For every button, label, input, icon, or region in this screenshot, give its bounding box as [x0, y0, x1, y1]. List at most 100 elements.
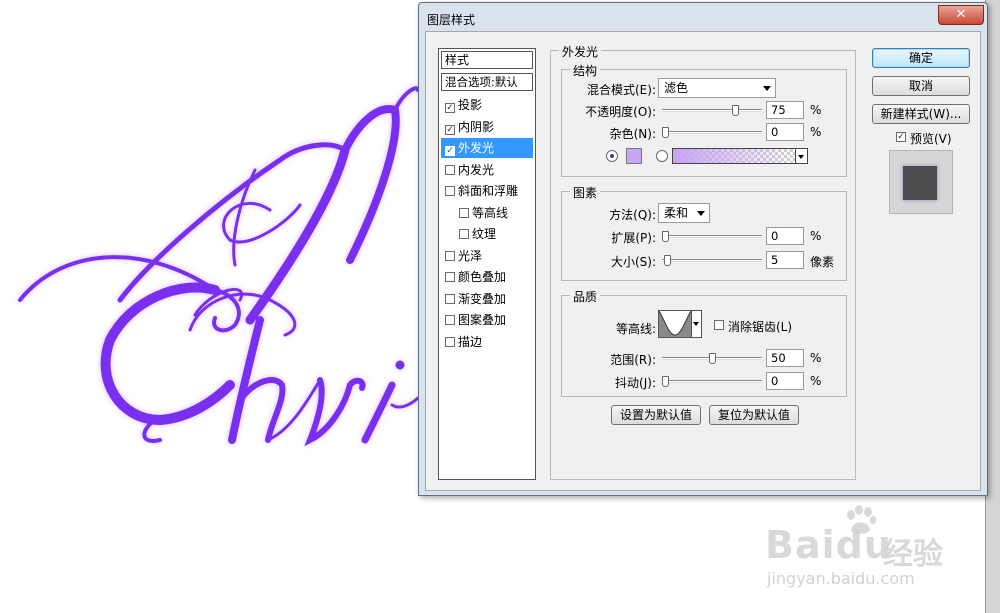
contour-dropdown-arrow[interactable]	[692, 310, 702, 338]
style-item-checkbox[interactable]	[445, 272, 455, 282]
new-style-button[interactable]: 新建样式(W)...	[872, 104, 970, 124]
spread-slider[interactable]	[662, 231, 762, 242]
ok-button[interactable]: 确定	[872, 48, 970, 68]
style-item-checkbox[interactable]	[445, 186, 455, 196]
glow-gradient-picker[interactable]	[672, 148, 796, 164]
range-input[interactable]: 50	[766, 349, 804, 367]
style-item-label: 投影	[458, 98, 483, 112]
style-item-checkbox[interactable]	[445, 250, 455, 261]
style-item-label: 内阴影	[458, 119, 495, 134]
chevron-down-icon	[763, 86, 771, 91]
size-input[interactable]: 5	[766, 251, 804, 269]
chevron-down-icon	[697, 211, 705, 216]
jitter-slider[interactable]	[662, 376, 762, 387]
contour-curve-icon	[658, 310, 692, 337]
styles-header[interactable]: 样式	[441, 51, 533, 69]
style-item-label: 外发光	[458, 141, 495, 155]
style-item[interactable]: 斜面和浮雕	[441, 181, 533, 201]
technique-label: 方法(Q):	[609, 208, 656, 222]
spread-slider-thumb[interactable]	[662, 231, 669, 242]
opacity-label: 不透明度(O):	[585, 105, 656, 119]
gradient-dropdown-arrow[interactable]	[796, 148, 808, 164]
style-item-checkbox[interactable]: ✓	[445, 124, 455, 135]
style-item[interactable]: 图案叠加	[441, 310, 533, 330]
baidu-watermark: Baidu 经验 jingyan.baidu.com	[765, 505, 965, 600]
style-item-checkbox[interactable]	[459, 207, 469, 218]
range-label: 范围(R):	[610, 353, 656, 367]
style-item[interactable]: 颜色叠加	[441, 267, 533, 287]
noise-input[interactable]: 0	[766, 123, 804, 141]
size-slider-thumb[interactable]	[663, 255, 671, 266]
style-item-checkbox[interactable]: ✓	[445, 103, 455, 113]
watermark-logo-cn: 经验	[883, 537, 943, 572]
blend-mode-value: 滤色	[664, 81, 689, 95]
size-unit: 像素	[810, 255, 835, 269]
quality-title: 品质	[570, 288, 601, 305]
style-item[interactable]: 内发光	[441, 160, 533, 180]
style-item-checkbox[interactable]: ✓	[445, 146, 455, 156]
blending-options-item[interactable]: 混合选项:默认	[441, 73, 533, 91]
dialog-title: 图层样式	[427, 13, 476, 27]
antialias-checkbox[interactable]	[714, 320, 724, 330]
gradient-radio[interactable]	[656, 150, 668, 162]
opacity-input[interactable]: 75	[766, 101, 804, 119]
size-label: 大小(S):	[610, 255, 656, 269]
style-item[interactable]: 纹理	[441, 224, 533, 244]
style-item-label: 纹理	[472, 227, 497, 241]
blend-mode-select[interactable]: 滤色	[658, 78, 776, 98]
outer-glow-group: 外发光 结构 混合模式(E): 滤色 不透明度(O): 75 % 杂色(N):	[550, 43, 856, 480]
preview-thumbnail	[903, 166, 937, 200]
dialog-titlebar[interactable]: 图层样式 ✕	[419, 3, 987, 31]
quality-group: 品质 等高线: 消除锯齿(L) 范围(R): 50 % 抖动(J): 0 %	[561, 288, 847, 397]
noise-label: 杂色(N):	[609, 127, 656, 141]
styles-list: 样式 混合选项:默认 ✓ 投影 ✓ 内阴影 ✓ 外发光 内发光 斜面和浮雕 等高线 纹理 光泽 颜色叠…	[438, 48, 536, 480]
close-button[interactable]: ✕	[938, 5, 984, 25]
elements-title: 图素	[570, 184, 601, 201]
style-item-checkbox[interactable]	[445, 164, 455, 175]
jitter-label: 抖动(J):	[615, 376, 656, 390]
style-item-checkbox[interactable]	[445, 336, 455, 347]
dialog-client: 样式 混合选项:默认 ✓ 投影 ✓ 内阴影 ✓ 外发光 内发光 斜面和浮雕 等高线 纹理 光泽 颜色叠…	[425, 31, 981, 491]
style-item[interactable]: 描边	[441, 332, 533, 352]
jitter-input[interactable]: 0	[766, 372, 804, 390]
size-slider[interactable]	[662, 255, 762, 266]
style-item-checkbox[interactable]	[459, 229, 469, 239]
range-percent: %	[810, 351, 822, 365]
opacity-slider[interactable]	[662, 105, 762, 116]
noise-slider-thumb[interactable]	[662, 127, 669, 138]
style-item[interactable]: 光泽	[441, 246, 533, 266]
technique-select[interactable]: 柔和	[658, 203, 710, 223]
outer-glow-title: 外发光	[559, 43, 602, 60]
reset-default-button[interactable]: 复位为默认值	[709, 405, 799, 425]
spread-label: 扩展(P):	[611, 231, 656, 245]
range-slider-thumb[interactable]	[708, 353, 716, 364]
style-item[interactable]: 等高线	[441, 203, 533, 223]
noise-slider[interactable]	[662, 127, 762, 138]
cancel-button[interactable]: 取消	[872, 76, 970, 96]
style-item-label: 光泽	[458, 248, 483, 263]
style-item-label: 等高线	[472, 205, 509, 220]
style-item[interactable]: ✓ 外发光	[441, 138, 533, 158]
range-slider[interactable]	[662, 353, 762, 364]
style-item-checkbox[interactable]	[445, 293, 455, 304]
spread-input[interactable]: 0	[766, 227, 804, 245]
watermark-url: jingyan.baidu.com	[767, 569, 915, 588]
close-icon: ✕	[955, 7, 967, 22]
style-item-label: 斜面和浮雕	[458, 184, 519, 198]
jitter-slider-thumb[interactable]	[662, 376, 669, 387]
contour-picker[interactable]	[658, 310, 692, 338]
style-item[interactable]: ✓ 内阴影	[441, 117, 533, 137]
technique-value: 柔和	[664, 206, 689, 220]
solid-color-radio[interactable]	[606, 150, 618, 162]
preview-checkbox[interactable]: ✓	[896, 132, 906, 142]
structure-group: 结构 混合模式(E): 滤色 不透明度(O): 75 % 杂色(N): 0 %	[561, 62, 847, 177]
glow-color-swatch[interactable]	[626, 148, 642, 164]
opacity-slider-thumb[interactable]	[731, 105, 739, 116]
layer-style-dialog: 图层样式 ✕ 样式 混合选项:默认 ✓ 投影 ✓ 内阴影 ✓ 外发光 内发光 斜面和浮雕 等高线…	[418, 2, 988, 496]
make-default-button[interactable]: 设置为默认值	[611, 405, 701, 425]
style-item-checkbox[interactable]	[445, 315, 455, 325]
style-item[interactable]: 渐变叠加	[441, 289, 533, 309]
noise-percent: %	[810, 125, 822, 139]
style-item[interactable]: ✓ 投影	[441, 95, 533, 115]
style-item-label: 内发光	[458, 162, 495, 177]
